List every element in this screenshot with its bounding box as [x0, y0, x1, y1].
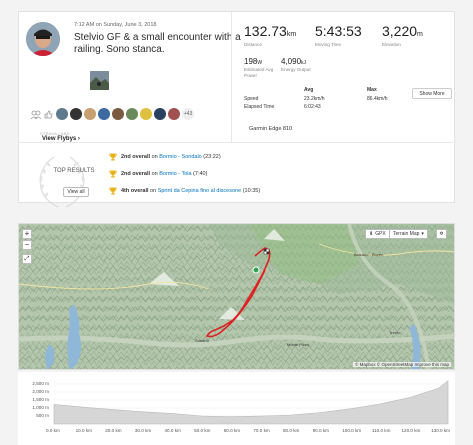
- x-tick-label: 90.0 km: [312, 428, 329, 433]
- activity-title: Stelvio GF & a small encounter with a ra…: [74, 32, 241, 55]
- y-tick-label: 2,000 m: [32, 389, 49, 394]
- group-icon: [30, 109, 41, 120]
- segment-link[interactable]: Sprint da Cepina fino al discesone: [158, 188, 241, 194]
- kudos-more-count[interactable]: +43: [182, 108, 194, 120]
- trophy-icon: [109, 187, 117, 195]
- elevation-stat: 3,220m: [382, 23, 423, 39]
- activity-stats: 132.73km Distance 5:43:53 Moving Time 3,…: [231, 12, 456, 142]
- photo-image: [90, 71, 109, 90]
- kudos-avatar[interactable]: [70, 108, 82, 120]
- x-tick-label: 70.0 km: [253, 428, 270, 433]
- gear-icon: ✲: [439, 231, 444, 237]
- trophy-icon: [109, 170, 117, 178]
- map-place-label: Sondrio: [195, 338, 209, 343]
- moving-time-stat: 5:43:53: [315, 23, 362, 39]
- route-map[interactable]: + − ⤢ ⬇ GPX Terrain Map ▾ ✲ Bolzano - Boze…: [18, 223, 455, 370]
- activity-date: 7:12 AM on Sunday, June 3, 2018: [74, 22, 157, 28]
- kudos-avatar[interactable]: [154, 108, 166, 120]
- elevation-area: [53, 380, 449, 425]
- distance-stat: 132.73km: [244, 23, 297, 39]
- laurel-wreath-icon: [39, 156, 85, 208]
- map-place-label: Trento: [389, 330, 401, 335]
- speed-max: 86.4km/h: [367, 96, 388, 102]
- x-tick-label: 110.0 km: [371, 428, 391, 433]
- elevation-chart[interactable]: 2,500 m 2,000 m 1,500 m 1,000 m 500 m 0.0 km…: [18, 372, 455, 445]
- x-tick-label: 100.0 km: [342, 428, 362, 433]
- col-max-header: Max: [367, 87, 377, 93]
- power-label: Estimated Avg Power: [244, 67, 274, 78]
- y-tick-label: 500 m: [36, 413, 49, 418]
- speed-avg: 23.2km/h: [304, 96, 325, 102]
- kudos-icon[interactable]: [43, 109, 54, 120]
- kudos-avatar[interactable]: [126, 108, 138, 120]
- chevron-down-icon: ▾: [421, 231, 424, 237]
- elevation-profile-svg: [53, 380, 449, 425]
- achievement-item: 4th overall on Sprint da Cepina fino al …: [109, 187, 260, 195]
- kudos-avatar[interactable]: [140, 108, 152, 120]
- activity-summary: 7:12 AM on Sunday, June 3, 2018 Stelvio …: [19, 12, 241, 142]
- kudos-row[interactable]: +43: [30, 108, 194, 120]
- start-marker: [252, 266, 260, 274]
- map-attribution[interactable]: © Mapbox © OpenStreetMap Improve this ma…: [353, 362, 451, 367]
- y-tick-label: 2,500 m: [32, 381, 49, 386]
- x-tick-label: 60.0 km: [223, 428, 241, 433]
- energy-label: Energy Output: [281, 67, 311, 72]
- map-settings-button[interactable]: ✲: [436, 229, 447, 239]
- map-place-label: Bolzano - Bozen: [354, 252, 384, 257]
- y-tick-label: 1,500 m: [32, 397, 49, 402]
- zoom-in-button[interactable]: +: [22, 229, 32, 239]
- distance-label: Distance: [244, 42, 262, 47]
- zoom-out-button[interactable]: −: [22, 240, 32, 250]
- energy-stat: 4,090kJ: [281, 57, 307, 66]
- segment-link[interactable]: Bormio - Tola: [159, 171, 191, 177]
- x-tick-label: 80.0 km: [282, 428, 300, 433]
- segment-link[interactable]: Bormio - Sondalo: [159, 154, 202, 160]
- x-tick-label: 30.0 km: [134, 428, 152, 433]
- activity-photo[interactable]: [90, 71, 109, 90]
- x-tick-label: 130.0 km: [431, 428, 451, 433]
- download-icon: ⬇: [369, 231, 374, 237]
- section-divider: [19, 142, 456, 143]
- kudos-avatar[interactable]: [112, 108, 124, 120]
- x-tick-label: 40.0 km: [164, 428, 181, 433]
- athlete-avatar[interactable]: [26, 22, 60, 56]
- activity-card: 7:12 AM on Sunday, June 3, 2018 Stelvio …: [18, 11, 456, 208]
- moving-time-label: Moving Time: [315, 42, 342, 47]
- elapsed-time: 6:02:43: [304, 104, 321, 110]
- x-tick-label: 20.0 km: [105, 428, 122, 433]
- power-stat: 198W: [244, 57, 263, 66]
- kudos-avatar[interactable]: [84, 108, 96, 120]
- achievement-item: 2nd overall on Bormio - Sondalo (23:22): [109, 153, 221, 161]
- view-all-button[interactable]: View all: [63, 187, 89, 197]
- fullscreen-button[interactable]: ⤢: [22, 254, 32, 264]
- row-elapsed-label: Elapsed Time: [244, 104, 275, 110]
- kudos-avatar[interactable]: [98, 108, 110, 120]
- show-more-button[interactable]: Show More: [412, 88, 452, 99]
- elevation-label: Elevation: [382, 42, 401, 47]
- col-avg-header: Avg: [304, 87, 314, 93]
- row-speed-label: Speed: [244, 96, 259, 102]
- terrain-map-image: [19, 224, 454, 369]
- top-results-heading: TOP RESULTS: [53, 168, 95, 174]
- x-tick-label: 50.0 km: [194, 428, 211, 433]
- kudos-avatar[interactable]: [56, 108, 68, 120]
- x-tick-label: 120.0 km: [401, 428, 421, 433]
- kudos-avatar[interactable]: [168, 108, 180, 120]
- avatar-image: [26, 22, 60, 56]
- achievement-item: 2nd overall on Bormio - Tola (7:40): [109, 170, 207, 178]
- map-type-select[interactable]: Terrain Map ▾: [389, 229, 428, 239]
- trophy-icon: [109, 153, 117, 161]
- x-tick-label: 10.0 km: [75, 428, 92, 433]
- device-name: Garmin Edge 810: [249, 126, 293, 132]
- map-place-label: Monte Pizzo: [287, 342, 310, 347]
- x-tick-label: 0.0 km: [46, 428, 60, 433]
- y-tick-label: 1,000 m: [32, 405, 49, 410]
- gpx-button[interactable]: ⬇ GPX: [365, 229, 390, 239]
